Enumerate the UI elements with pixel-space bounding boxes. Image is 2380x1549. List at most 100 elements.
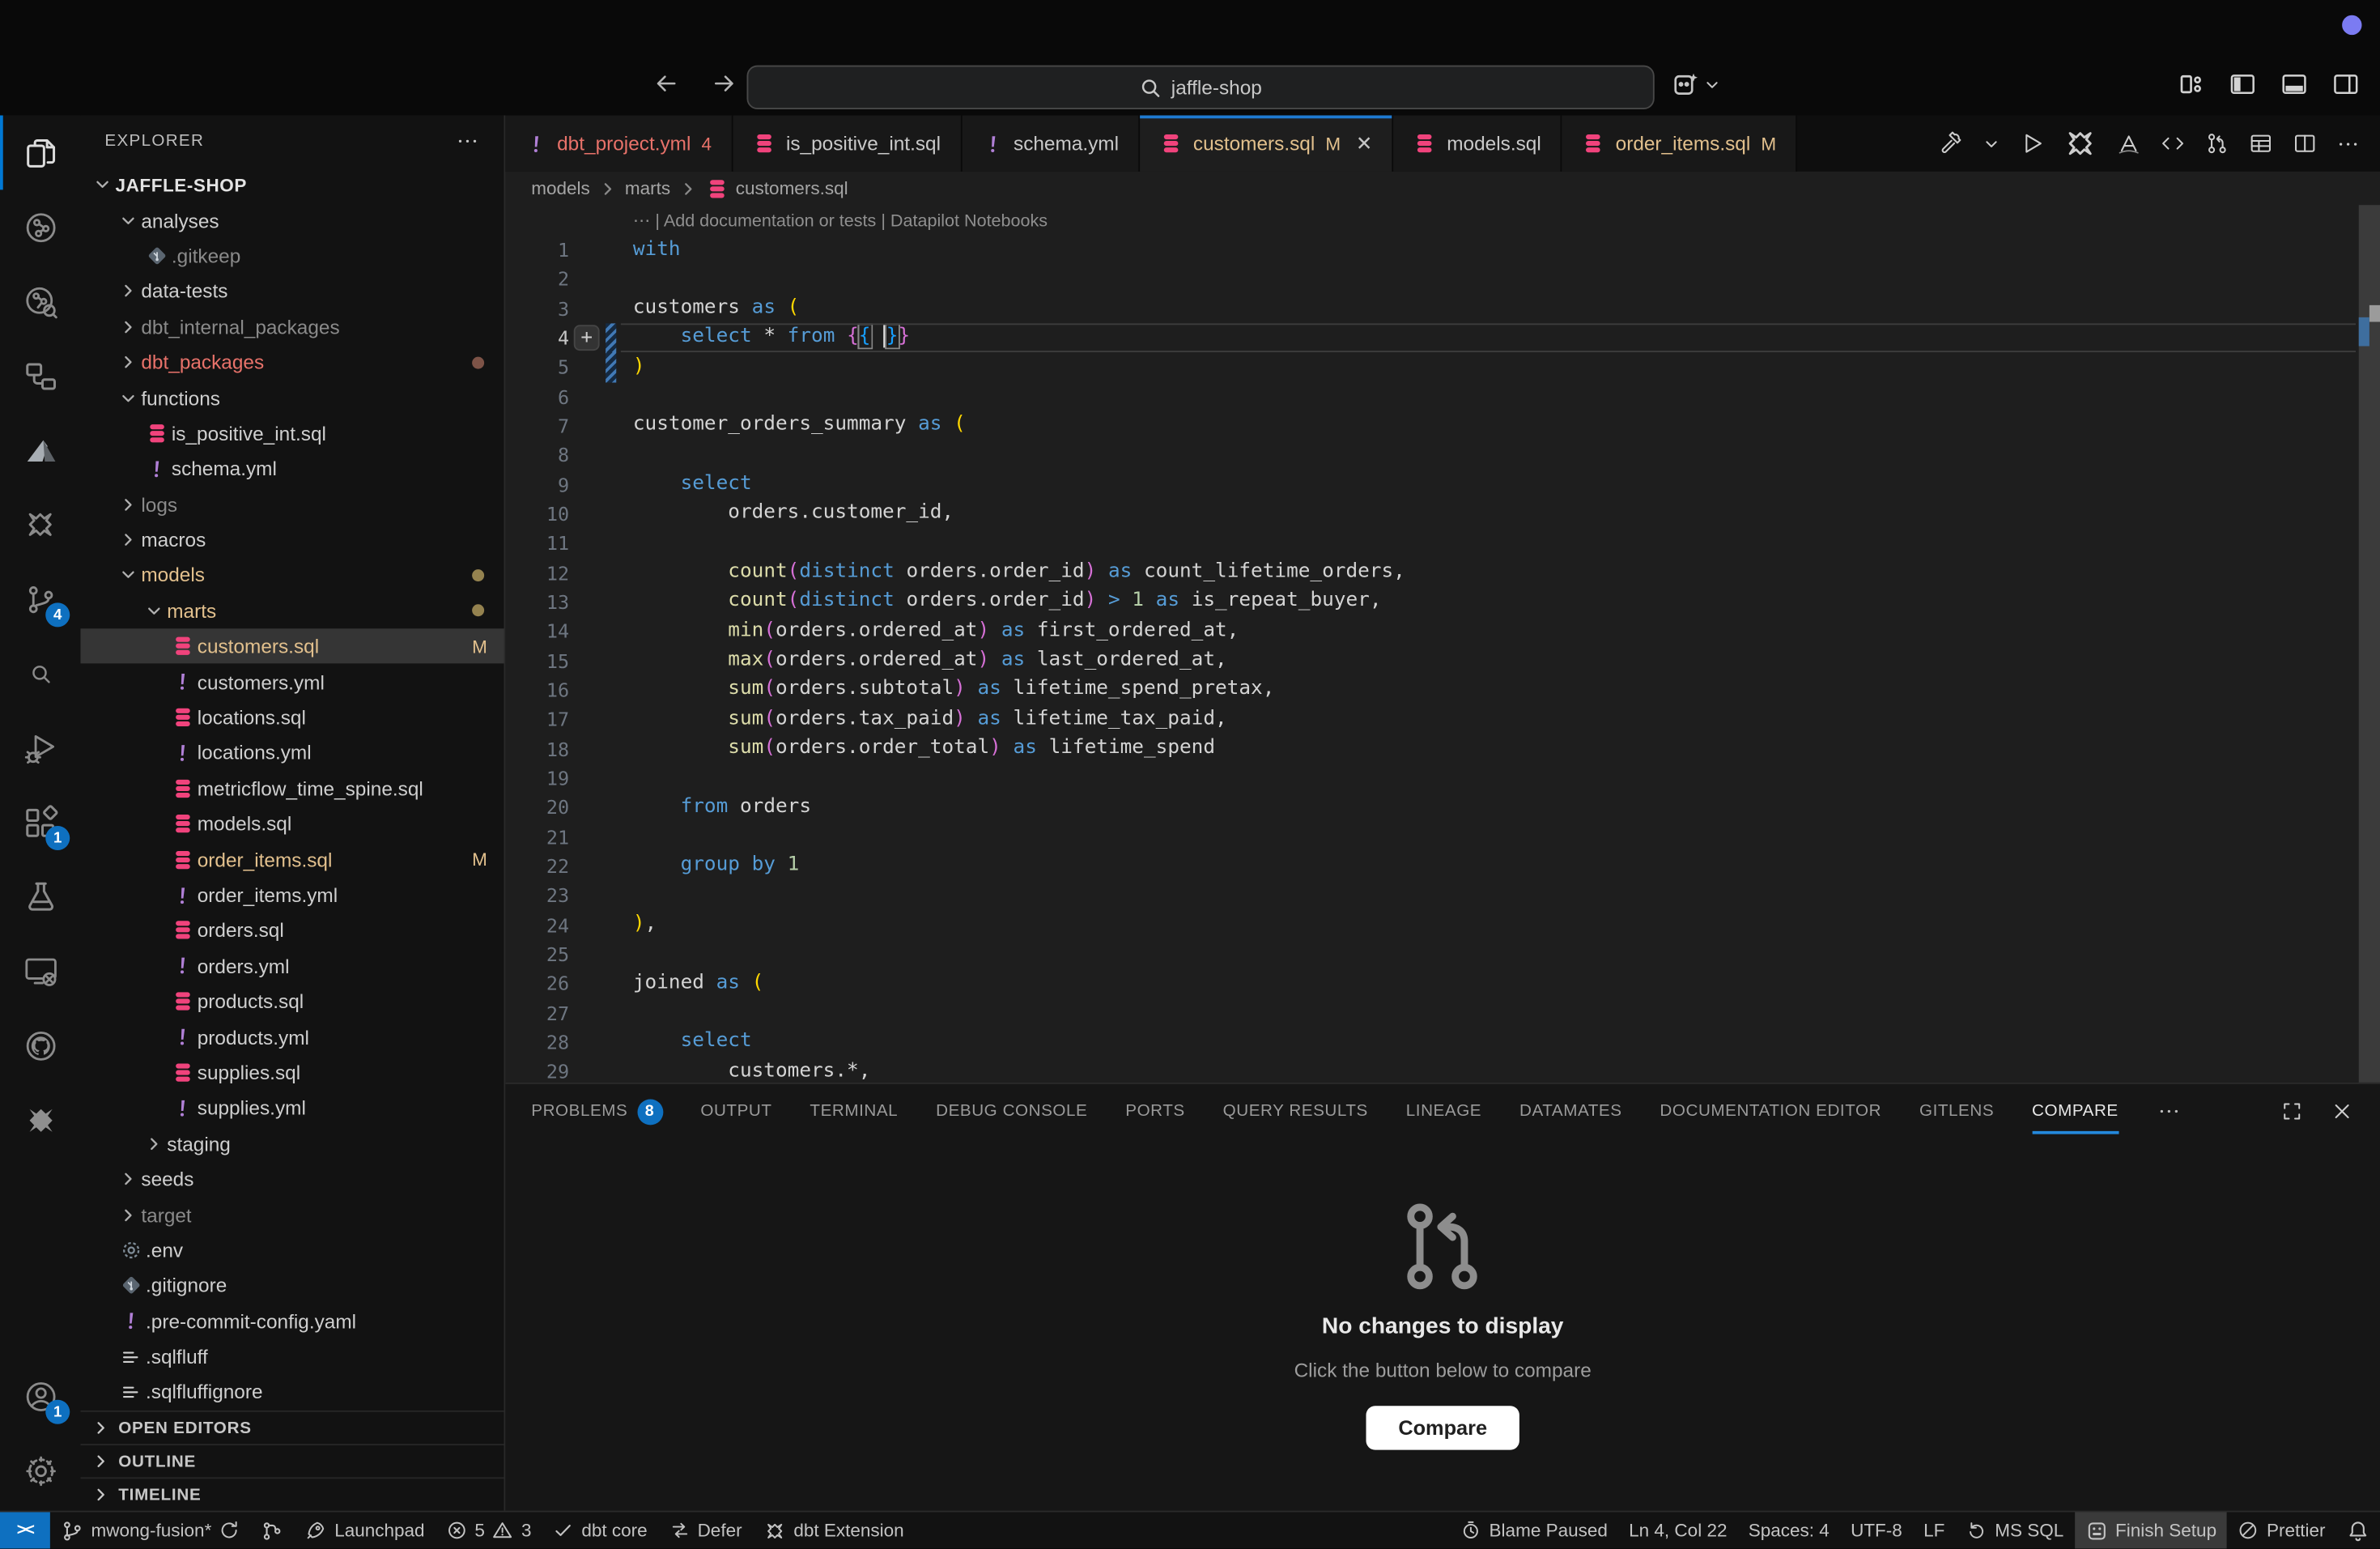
line-number[interactable]: 16 [505, 679, 569, 701]
datapilot-logo-activity-item[interactable] [0, 413, 80, 487]
line-number[interactable]: 9 [505, 473, 569, 496]
line-number[interactable]: 12 [505, 561, 569, 584]
line-number[interactable]: 20 [505, 796, 569, 819]
codelens[interactable]: ⋯ | Add documentation or tests | Datapil… [505, 205, 2380, 236]
line-number[interactable]: 17 [505, 708, 569, 730]
code-line[interactable]: 8 [505, 440, 2380, 470]
status-notifications[interactable] [2336, 1513, 2380, 1549]
tree-item-staging[interactable]: staging [80, 1126, 504, 1161]
tree-item-sqlfluff[interactable]: .sqlfluff [80, 1339, 504, 1375]
tab-is-positive-int-sql[interactable]: is_positive_int.sql [733, 116, 962, 172]
line-number[interactable]: 26 [505, 972, 569, 994]
tree-item-models[interactable]: models [80, 558, 504, 594]
line-number[interactable]: 19 [505, 767, 569, 789]
tree-item-orders-yml[interactable]: orders.yml [80, 948, 504, 984]
tab-close-icon[interactable]: ✕ [1356, 131, 1372, 155]
line-number[interactable]: 22 [505, 854, 569, 877]
status-defer[interactable]: Defer [658, 1513, 753, 1549]
line-number[interactable]: 15 [505, 649, 569, 672]
line-number[interactable]: 24 [505, 913, 569, 936]
dbt-x-outline-icon[interactable] [2063, 126, 2097, 161]
section-open-editors[interactable]: OPEN EDITORS [80, 1411, 504, 1444]
line-number[interactable]: 8 [505, 444, 569, 466]
section-timeline[interactable]: TIMELINE [80, 1477, 504, 1510]
status-eol[interactable]: LF [1913, 1513, 1956, 1549]
tab-schema-yml[interactable]: schema.yml [962, 116, 1140, 172]
beaker-activity-item[interactable] [0, 859, 80, 934]
tree-item-seeds[interactable]: seeds [80, 1161, 504, 1197]
panel-tab-gitlens[interactable]: GITLENS [1919, 1102, 1994, 1121]
code-line[interactable]: 4+ select * from {{ }} [505, 323, 2380, 352]
line-number[interactable]: 27 [505, 1002, 569, 1024]
code-editor[interactable]: ⋯ | Add documentation or tests | Datapil… [505, 205, 2380, 1083]
code-line[interactable]: 3customers as ( [505, 294, 2380, 323]
tree-item-dbt-packages[interactable]: dbt_packages [80, 345, 504, 381]
tree-item-locations-sql[interactable]: locations.sql [80, 700, 504, 735]
status-remote-indicator[interactable]: >< [0, 1513, 50, 1549]
tree-item-dbt-internal-packages[interactable]: dbt_internal_packages [80, 309, 504, 345]
more-icon[interactable] [2336, 131, 2361, 155]
code-line[interactable]: 21 [505, 822, 2380, 851]
tree-item-customers-yml[interactable]: customers.yml [80, 664, 504, 700]
tree-item-locations-yml[interactable]: locations.yml [80, 735, 504, 771]
line-number[interactable]: 21 [505, 825, 569, 848]
source-control-activity-item[interactable]: 4 [0, 562, 80, 636]
status-problems-summary[interactable]: 53 [436, 1513, 542, 1549]
tree-item-target[interactable]: target [80, 1197, 504, 1232]
tree-item-functions[interactable]: functions [80, 380, 504, 415]
remote-explorer-activity-item[interactable] [0, 934, 80, 1008]
panel-more-icon[interactable] [2157, 1100, 2181, 1124]
tree-item-data-tests[interactable]: data-tests [80, 274, 504, 309]
command-center-search[interactable]: jaffle-shop [747, 66, 1655, 109]
account-activity-item[interactable]: 1 [0, 1359, 80, 1433]
panel-tab-lineage[interactable]: LINEAGE [1406, 1102, 1481, 1121]
status-indentation[interactable]: Spaces: 4 [1738, 1513, 1840, 1549]
tree-item-env[interactable]: .env [80, 1232, 504, 1268]
code-line[interactable]: 22 group by 1 [505, 852, 2380, 881]
editor-scrollbar[interactable] [2359, 205, 2380, 1083]
toggle-panel-icon[interactable] [2280, 70, 2309, 99]
tree-item-schema-yml[interactable]: schema.yml [80, 451, 504, 487]
tree-item-marts[interactable]: marts [80, 594, 504, 629]
code-line[interactable]: 7customer_orders_summary as ( [505, 411, 2380, 440]
status-dbt-core[interactable]: dbt core [542, 1513, 658, 1549]
status-blame-paused[interactable]: Blame Paused [1450, 1513, 1618, 1549]
tree-item-logs[interactable]: logs [80, 487, 504, 522]
status-cursor-position[interactable]: Ln 4, Col 22 [1618, 1513, 1738, 1549]
code-line[interactable]: 24), [505, 910, 2380, 939]
tree-item-products-yml[interactable]: products.yml [80, 1019, 504, 1055]
line-number[interactable]: 18 [505, 737, 569, 760]
code-line[interactable]: 5) [505, 353, 2380, 382]
tree-item-pre-commit-config-yaml[interactable]: .pre-commit-config.yaml [80, 1304, 504, 1339]
line-number[interactable]: 28 [505, 1031, 569, 1053]
panel-tab-compare[interactable]: COMPARE [2032, 1102, 2119, 1121]
split-editor-icon[interactable] [2292, 130, 2318, 156]
status-dbt-extension[interactable]: dbt Extension [753, 1513, 915, 1549]
breadcrumb-item-marts[interactable]: marts [625, 177, 670, 198]
tab-customers-sql[interactable]: customers.sqlM✕ [1140, 116, 1393, 172]
breadcrumb-item-customers-sql[interactable]: customers.sql [736, 177, 848, 198]
status-git-branch[interactable]: mwong-fusion* [50, 1513, 251, 1549]
status-launchpad[interactable]: Launchpad [295, 1513, 435, 1549]
tree-item-metricflow-time-spine-sql[interactable]: metricflow_time_spine.sql [80, 771, 504, 806]
tree-item-analyses[interactable]: analyses [80, 202, 504, 238]
line-number[interactable]: 11 [505, 532, 569, 555]
search-activity-item[interactable] [0, 636, 80, 711]
line-number[interactable]: 29 [505, 1060, 569, 1083]
tree-item-order-items-sql[interactable]: order_items.sqlM [80, 842, 504, 878]
dbt-x-filled-activity-item[interactable] [0, 1083, 80, 1157]
code-line[interactable]: 1with [505, 236, 2380, 265]
code-line[interactable]: 20 from orders [505, 793, 2380, 822]
panel-tab-debug-console[interactable]: DEBUG CONSOLE [936, 1102, 1087, 1121]
line-number[interactable]: 23 [505, 884, 569, 907]
code-line[interactable]: 16 sum(orders.subtotal) as lifetime_spen… [505, 675, 2380, 704]
circle-branch-activity-item[interactable] [0, 189, 80, 264]
go-back-button[interactable] [652, 70, 680, 97]
breadcrumb-item-models[interactable]: models [531, 177, 590, 198]
line-number[interactable]: 2 [505, 268, 569, 291]
settings-gear-activity-item[interactable] [0, 1433, 80, 1508]
panel-tab-query-results[interactable]: QUERY RESULTS [1223, 1102, 1368, 1121]
go-forward-button[interactable] [711, 70, 738, 97]
code-line[interactable]: 18 sum(orders.order_total) as lifetime_s… [505, 734, 2380, 764]
code-line[interactable]: 9 select [505, 470, 2380, 500]
